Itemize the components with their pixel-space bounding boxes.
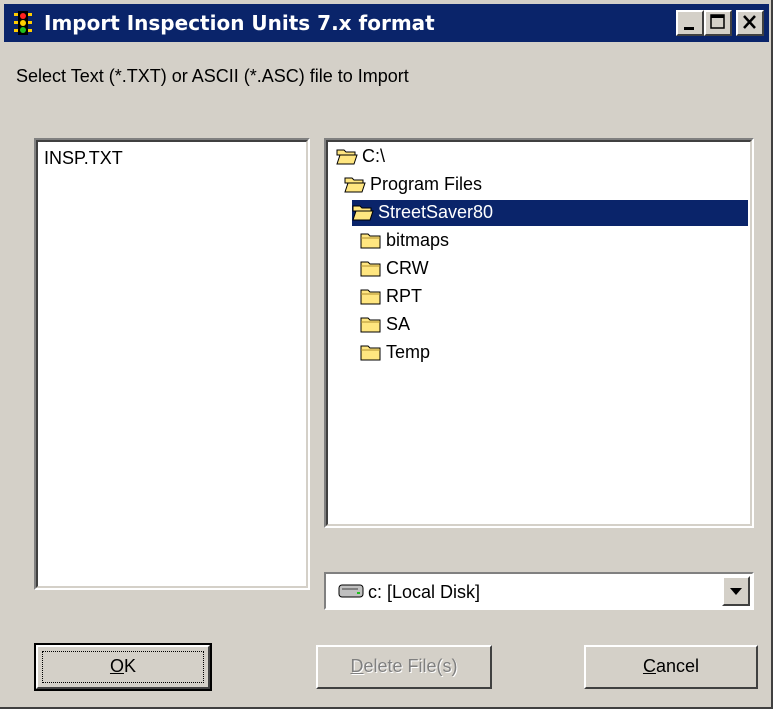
folder-icon: [360, 345, 381, 361]
open-folder-icon: [336, 149, 358, 165]
close-button[interactable]: [736, 10, 764, 36]
directory-item[interactable]: bitmaps: [360, 228, 748, 254]
folder-icon: [360, 233, 381, 249]
drive-select[interactable]: c: [Local Disk]: [324, 572, 754, 610]
instruction-label: Select Text (*.TXT) or ASCII (*.ASC) fil…: [16, 66, 409, 86]
directory-item-label: C:\: [362, 146, 386, 166]
directory-item[interactable]: SA: [360, 312, 748, 338]
import-dialog: Import Inspection Units 7.x format Selec…: [0, 0, 773, 709]
drive-icon: [338, 584, 364, 598]
open-folder-icon: [352, 205, 374, 221]
close-icon: [743, 15, 756, 29]
drive-select-value: c: [Local Disk]: [368, 582, 481, 602]
directory-item-label: Temp: [386, 342, 431, 362]
directory-item-label: RPT: [386, 286, 422, 306]
folder-icon: [360, 261, 381, 277]
minimize-icon: [684, 27, 694, 30]
title-bar[interactable]: Import Inspection Units 7.x format: [4, 4, 769, 42]
directory-item-label: CRW: [386, 258, 429, 278]
directory-item[interactable]: StreetSaver80: [352, 200, 748, 226]
folder-icon: [360, 317, 381, 333]
directory-item-label: Program Files: [370, 174, 483, 194]
directory-item-label: bitmaps: [386, 230, 450, 250]
folder-icon: [360, 289, 381, 305]
maximize-icon: [710, 14, 725, 29]
ok-button[interactable]: OK: [34, 643, 212, 691]
window-title: Import Inspection Units 7.x format: [44, 11, 435, 35]
directory-item[interactable]: Temp: [360, 340, 748, 366]
directory-item[interactable]: RPT: [360, 284, 748, 310]
delete-files-button[interactable]: Delete File(s): [316, 645, 492, 689]
directory-tree[interactable]: C:\ Program Files StreetSaver80 bitmaps CRW R…: [324, 138, 754, 528]
chevron-down-icon: [730, 588, 742, 595]
directory-item[interactable]: CRW: [360, 256, 748, 282]
file-item[interactable]: INSP.TXT: [44, 148, 123, 169]
maximize-button[interactable]: [704, 10, 732, 36]
directory-item[interactable]: Program Files: [344, 172, 748, 198]
file-listbox[interactable]: INSP.TXT: [34, 138, 310, 590]
open-folder-icon: [344, 177, 366, 193]
directory-item-label: StreetSaver80: [378, 202, 494, 222]
directory-item[interactable]: C:\: [336, 144, 748, 170]
minimize-button[interactable]: [676, 10, 704, 36]
dropdown-button[interactable]: [722, 576, 750, 606]
cancel-button[interactable]: Cancel: [584, 645, 758, 689]
traffic-light-icon: [14, 11, 32, 35]
directory-item-label: SA: [386, 314, 411, 334]
